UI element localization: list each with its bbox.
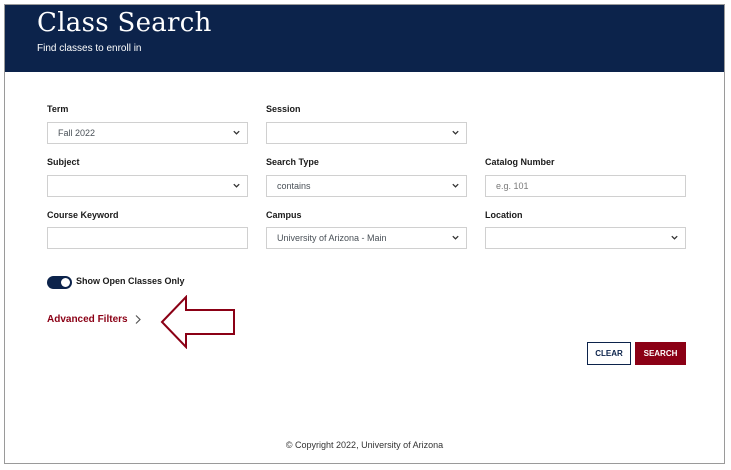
toggle-knob bbox=[61, 278, 70, 287]
open-classes-toggle[interactable] bbox=[47, 276, 72, 289]
location-label: Location bbox=[485, 210, 523, 220]
course-keyword-label: Course Keyword bbox=[47, 210, 119, 220]
search-button[interactable]: SEARCH bbox=[635, 342, 686, 365]
chevron-down-icon bbox=[452, 235, 459, 240]
page-subtitle: Find classes to enroll in bbox=[37, 43, 142, 54]
term-select[interactable]: Fall 2022 bbox=[47, 122, 248, 144]
chevron-right-icon bbox=[135, 315, 141, 324]
location-select[interactable] bbox=[485, 227, 686, 249]
catalog-number-input[interactable]: e.g. 101 bbox=[485, 175, 686, 197]
search-type-select[interactable]: contains bbox=[266, 175, 467, 197]
chevron-down-icon bbox=[452, 183, 459, 188]
search-type-value: contains bbox=[277, 181, 311, 191]
term-value: Fall 2022 bbox=[58, 128, 96, 138]
campus-select[interactable]: University of Arizona - Main bbox=[266, 227, 467, 249]
chevron-down-icon bbox=[233, 183, 240, 188]
chevron-down-icon bbox=[452, 130, 459, 135]
advanced-filters-label: Advanced Filters bbox=[47, 314, 128, 325]
chevron-down-icon bbox=[671, 235, 678, 240]
page-header: Class Search Find classes to enroll in bbox=[5, 5, 724, 72]
term-label: Term bbox=[47, 104, 69, 114]
chevron-down-icon bbox=[233, 130, 240, 135]
open-classes-label: Show Open Classes Only bbox=[76, 276, 185, 286]
footer-copyright: © Copyright 2022, University of Arizona bbox=[285, 440, 444, 450]
search-type-label: Search Type bbox=[266, 157, 319, 167]
catalog-number-placeholder: e.g. 101 bbox=[496, 181, 529, 191]
clear-button[interactable]: CLEAR bbox=[587, 342, 631, 365]
advanced-filters-link[interactable]: Advanced Filters bbox=[47, 314, 142, 325]
left-arrow-callout-icon bbox=[160, 295, 235, 349]
campus-label: Campus bbox=[266, 210, 302, 220]
subject-select[interactable] bbox=[47, 175, 248, 197]
page-title: Class Search bbox=[37, 8, 212, 38]
session-label: Session bbox=[266, 104, 301, 114]
course-keyword-input[interactable] bbox=[47, 227, 248, 249]
session-select[interactable] bbox=[266, 122, 467, 144]
campus-value: University of Arizona - Main bbox=[277, 233, 387, 243]
catalog-number-label: Catalog Number bbox=[485, 157, 555, 167]
page-frame: Class Search Find classes to enroll in T… bbox=[4, 4, 725, 464]
subject-label: Subject bbox=[47, 157, 80, 167]
